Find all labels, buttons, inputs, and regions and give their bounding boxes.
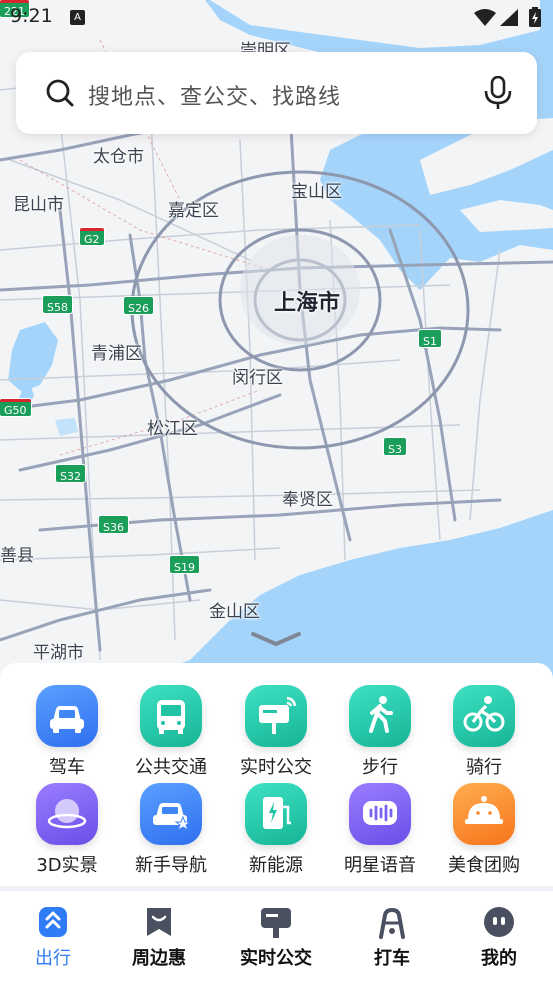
tool-label: 美食团购 — [448, 855, 520, 876]
tab-profile[interactable]: 我的 — [447, 905, 551, 970]
highway-shield-s1: S1 — [419, 330, 441, 348]
tool-food-deals[interactable]: 美食团购 — [432, 783, 536, 877]
tool-public-transit[interactable]: 公共交通 — [119, 685, 223, 779]
taxi-icon — [375, 905, 409, 939]
tool-label: 新能源 — [249, 855, 303, 876]
tool-driving[interactable]: 驾车 — [15, 685, 119, 779]
tool-novice-navigation[interactable]: 新手导航 — [119, 783, 223, 877]
map-label-qingpu: 青浦区 — [91, 344, 142, 364]
tool-label: 驾车 — [49, 757, 85, 778]
tool-new-energy[interactable]: 新能源 — [224, 783, 328, 877]
map-label-baoshan: 宝山区 — [291, 182, 342, 202]
collapse-chevron-icon[interactable] — [250, 630, 302, 648]
tool-label: 实时公交 — [240, 757, 312, 778]
tab-travel[interactable]: 出行 — [1, 905, 105, 970]
highway-shield-s19: S19 — [170, 556, 199, 574]
highway-shield-s26: S26 — [124, 297, 153, 315]
map-label-pinghu: 平湖市 — [33, 643, 84, 663]
highway-shield-s32: S32 — [56, 465, 85, 483]
tool-cycling[interactable]: 骑行 — [432, 685, 536, 779]
tool-label: 步行 — [362, 757, 398, 778]
map-label-taicang: 太仓市 — [93, 147, 144, 167]
microphone-icon[interactable] — [484, 76, 512, 110]
food-dish-icon — [453, 783, 515, 845]
voice-wave-icon — [349, 783, 411, 845]
highway-shield-g2: G2 — [80, 228, 104, 246]
battery-icon — [529, 7, 541, 27]
car-icon — [36, 685, 98, 747]
tool-label: 骑行 — [466, 757, 502, 778]
wifi-icon — [474, 9, 496, 26]
search-bar[interactable]: 搜地点、查公交、找路线 — [16, 52, 537, 134]
bus-stop-sign-icon — [259, 905, 293, 939]
highway-shield-s36: S36 — [99, 516, 128, 534]
notification-badge: A — [70, 10, 85, 25]
tool-label: 3D实景 — [36, 855, 98, 876]
tool-realtime-bus[interactable]: 实时公交 — [224, 685, 328, 779]
search-icon — [46, 79, 74, 107]
map-label-jiashan: 善县 — [0, 546, 34, 566]
tab-nearby-deals[interactable]: 周边惠 — [107, 905, 211, 970]
tab-label: 打车 — [374, 948, 410, 969]
tool-label: 公共交通 — [135, 757, 207, 778]
ev-charger-icon — [245, 783, 307, 845]
highway-shield-s3: S3 — [384, 438, 406, 456]
cellular-signal-icon — [500, 9, 518, 26]
tool-walking[interactable]: 步行 — [328, 685, 432, 779]
travel-icon — [36, 905, 70, 939]
tool-label: 新手导航 — [135, 855, 207, 876]
map-label-fengxian: 奉贤区 — [282, 490, 333, 510]
tool-3d-view[interactable]: 3D实景 — [15, 783, 119, 877]
map-label-kunshan: 昆山市 — [13, 195, 64, 215]
status-time: 9:21 — [10, 5, 53, 27]
status-bar: 9:21 A — [0, 0, 553, 34]
tab-label: 我的 — [481, 948, 517, 969]
tab-label: 实时公交 — [240, 948, 312, 969]
tool-star-voice[interactable]: 明星语音 — [328, 783, 432, 877]
map-label-shanghai: 上海市 — [274, 291, 341, 316]
search-input[interactable]: 搜地点、查公交、找路线 — [88, 79, 341, 111]
new-driver-car-icon — [140, 783, 202, 845]
map-label-jinshan: 金山区 — [209, 602, 260, 622]
map-label-songjiang: 松江区 — [147, 419, 198, 439]
map-label-minhang: 闵行区 — [232, 368, 283, 388]
bottom-tab-bar: 出行 周边惠 实时公交 打车 我的 — [0, 890, 553, 984]
globe-3d-icon — [36, 783, 98, 845]
highway-shield-g50: G50 — [0, 399, 31, 417]
tab-label: 周边惠 — [132, 948, 186, 969]
travel-tools-panel: 驾车 公共交通 实时公交 步行 骑行 3D实景 新手导航 新能源 明星语音 美食… — [0, 663, 553, 886]
highway-shield-s58: S58 — [43, 296, 72, 314]
tab-label: 出行 — [35, 948, 71, 969]
tool-label: 明星语音 — [344, 855, 416, 876]
nearby-deals-icon — [142, 905, 176, 939]
bus-icon — [140, 685, 202, 747]
profile-icon — [482, 905, 516, 939]
realtime-bus-stop-icon — [245, 685, 307, 747]
map-label-jiading: 嘉定区 — [168, 201, 219, 221]
tab-taxi[interactable]: 打车 — [340, 905, 444, 970]
tab-realtime-bus[interactable]: 实时公交 — [224, 905, 328, 970]
walking-icon — [349, 685, 411, 747]
bicycle-icon — [453, 685, 515, 747]
